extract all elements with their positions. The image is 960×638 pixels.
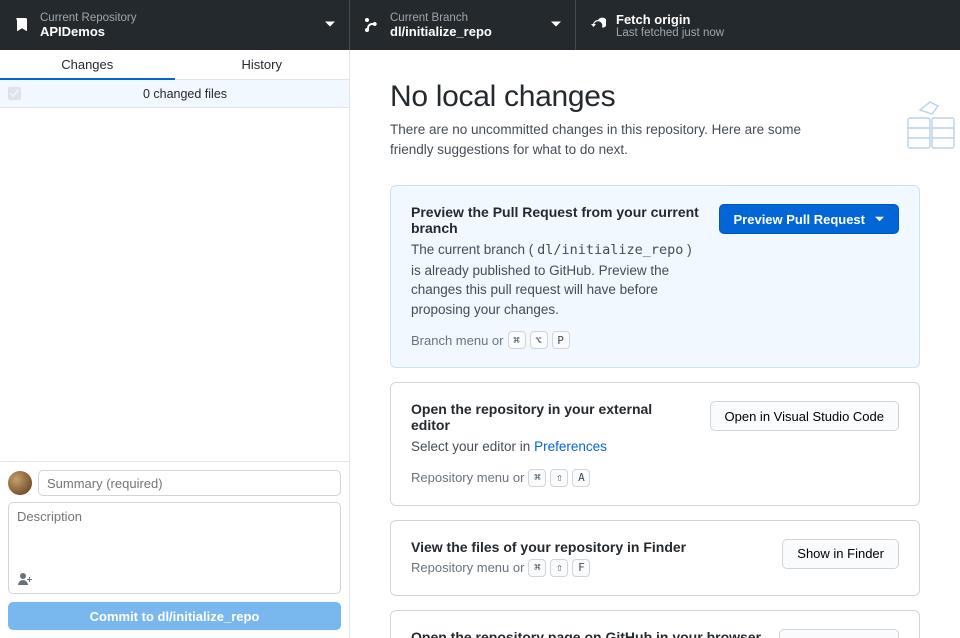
card-hint: Repository menu or ⌘ ⇧ A — [411, 469, 694, 487]
changed-files-label: 0 changed files — [29, 87, 341, 101]
toolbar: Current Repository APIDemos Current Bran… — [0, 0, 960, 50]
preview-pull-request-button[interactable]: Preview Pull Request — [719, 204, 900, 234]
description-input[interactable] — [9, 503, 340, 569]
sync-icon — [590, 17, 606, 33]
card-body: The current branch ( dl/initialize_repo … — [411, 240, 703, 319]
select-all-checkbox[interactable] — [8, 87, 21, 100]
open-editor-button[interactable]: Open in Visual Studio Code — [710, 401, 899, 431]
card-body: Select your editor in Preferences — [411, 437, 694, 457]
caret-down-icon — [325, 18, 335, 33]
card-hint: Branch menu or ⌘ ⌥ P — [411, 331, 703, 349]
kbd: ⇧ — [550, 559, 568, 577]
show-finder-button[interactable]: Show in Finder — [782, 539, 899, 569]
kbd: ⌘ — [508, 331, 526, 349]
tab-changes[interactable]: Changes — [0, 50, 175, 80]
caret-down-icon — [551, 18, 561, 33]
kbd: ⌘ — [528, 559, 546, 577]
card-show-finder: View the files of your repository in Fin… — [390, 520, 920, 596]
kbd: ⇧ — [550, 469, 568, 487]
kbd: ⌘ — [528, 469, 546, 487]
empty-illustration — [890, 80, 960, 160]
kbd: P — [552, 331, 570, 349]
fetch-label: Fetch origin — [616, 12, 724, 27]
branch-label: Current Branch — [390, 12, 492, 24]
card-hint: Repository menu or ⌘ ⇧ F — [411, 559, 766, 577]
repo-value: APIDemos — [40, 24, 137, 39]
page-subtitle: There are no uncommitted changes in this… — [390, 120, 810, 159]
tab-history[interactable]: History — [175, 50, 350, 80]
summary-input[interactable] — [38, 470, 341, 496]
card-title: Preview the Pull Request from your curre… — [411, 204, 703, 236]
changed-files-row: 0 changed files — [0, 80, 349, 108]
kbd: F — [572, 559, 590, 577]
avatar — [8, 471, 32, 495]
card-view-github: Open the repository page on GitHub in yo… — [390, 610, 920, 638]
main-panel: No local changes There are no uncommitte… — [350, 50, 960, 638]
caret-down-icon — [875, 212, 884, 227]
fetch-button[interactable]: Fetch origin Last fetched just now — [576, 0, 960, 50]
repo-label: Current Repository — [40, 12, 137, 24]
repo-dropdown[interactable]: Current Repository APIDemos — [0, 0, 350, 50]
commit-button[interactable]: Commit to dl/initialize_repo — [8, 602, 341, 630]
fetch-detail: Last fetched just now — [616, 27, 724, 39]
branch-value: dl/initialize_repo — [390, 24, 492, 39]
add-coauthor-icon[interactable] — [15, 569, 35, 589]
branch-dropdown[interactable]: Current Branch dl/initialize_repo — [350, 0, 576, 50]
page-title: No local changes — [390, 80, 920, 114]
card-title: View the files of your repository in Fin… — [411, 539, 766, 555]
repo-icon — [14, 17, 30, 33]
kbd: A — [572, 469, 590, 487]
card-open-editor: Open the repository in your external edi… — [390, 382, 920, 506]
commit-form: Commit to dl/initialize_repo — [0, 461, 349, 638]
branch-icon — [364, 17, 380, 33]
view-on-github-button[interactable]: View on GitHub — [779, 629, 899, 638]
card-preview-pr: Preview the Pull Request from your curre… — [390, 185, 920, 368]
card-title: Open the repository page on GitHub in yo… — [411, 629, 763, 638]
card-title: Open the repository in your external edi… — [411, 401, 694, 433]
sidebar: Changes History 0 changed files Commit t… — [0, 50, 350, 638]
kbd: ⌥ — [530, 331, 548, 349]
preferences-link[interactable]: Preferences — [534, 439, 607, 454]
